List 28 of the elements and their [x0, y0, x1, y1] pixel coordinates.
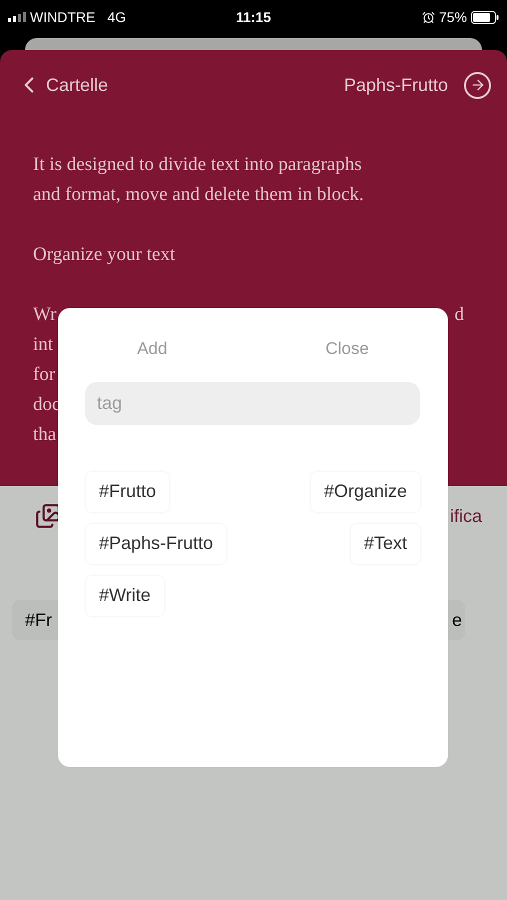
body-text-line: for — [33, 363, 56, 387]
images-icon[interactable] — [35, 503, 61, 529]
alarm-icon — [422, 10, 435, 24]
network-type: 4G — [107, 8, 126, 26]
battery-percent: 75% — [438, 8, 467, 26]
tag-option[interactable]: #Organize — [310, 472, 420, 512]
tag-option[interactable]: #Frutto — [86, 472, 170, 512]
body-text-line: doc — [33, 393, 60, 417]
body-text-line: It is designed to divide text into paragraphs — [33, 153, 362, 177]
body-text-line: Organize your text — [33, 243, 176, 267]
body-text-line: int — [33, 333, 54, 357]
tag-option[interactable]: #Paphs-Frutto — [86, 524, 226, 564]
arrow-right-circle-button[interactable] — [464, 72, 491, 98]
tag-input-field[interactable]: tag — [85, 382, 420, 424]
note-title: Paphs-Frutto — [344, 74, 448, 97]
arrow-right-icon — [470, 77, 486, 93]
body-text-line: and format, move and delete them in block. — [33, 183, 364, 207]
carrier-name: WINDTRE — [30, 8, 96, 26]
battery-icon — [470, 10, 499, 24]
toolbar-label[interactable]: ifica — [450, 502, 482, 530]
signal-icon — [8, 12, 26, 22]
status-time: 11:15 — [236, 8, 272, 26]
tag-option[interactable]: #Write — [86, 576, 164, 616]
body-text-line: tha — [33, 423, 56, 447]
tag-option[interactable]: #Text — [350, 524, 420, 564]
body-text-line: d — [454, 303, 464, 327]
body-text-line: Wr — [33, 303, 56, 327]
back-button[interactable]: Cartelle — [16, 72, 108, 98]
